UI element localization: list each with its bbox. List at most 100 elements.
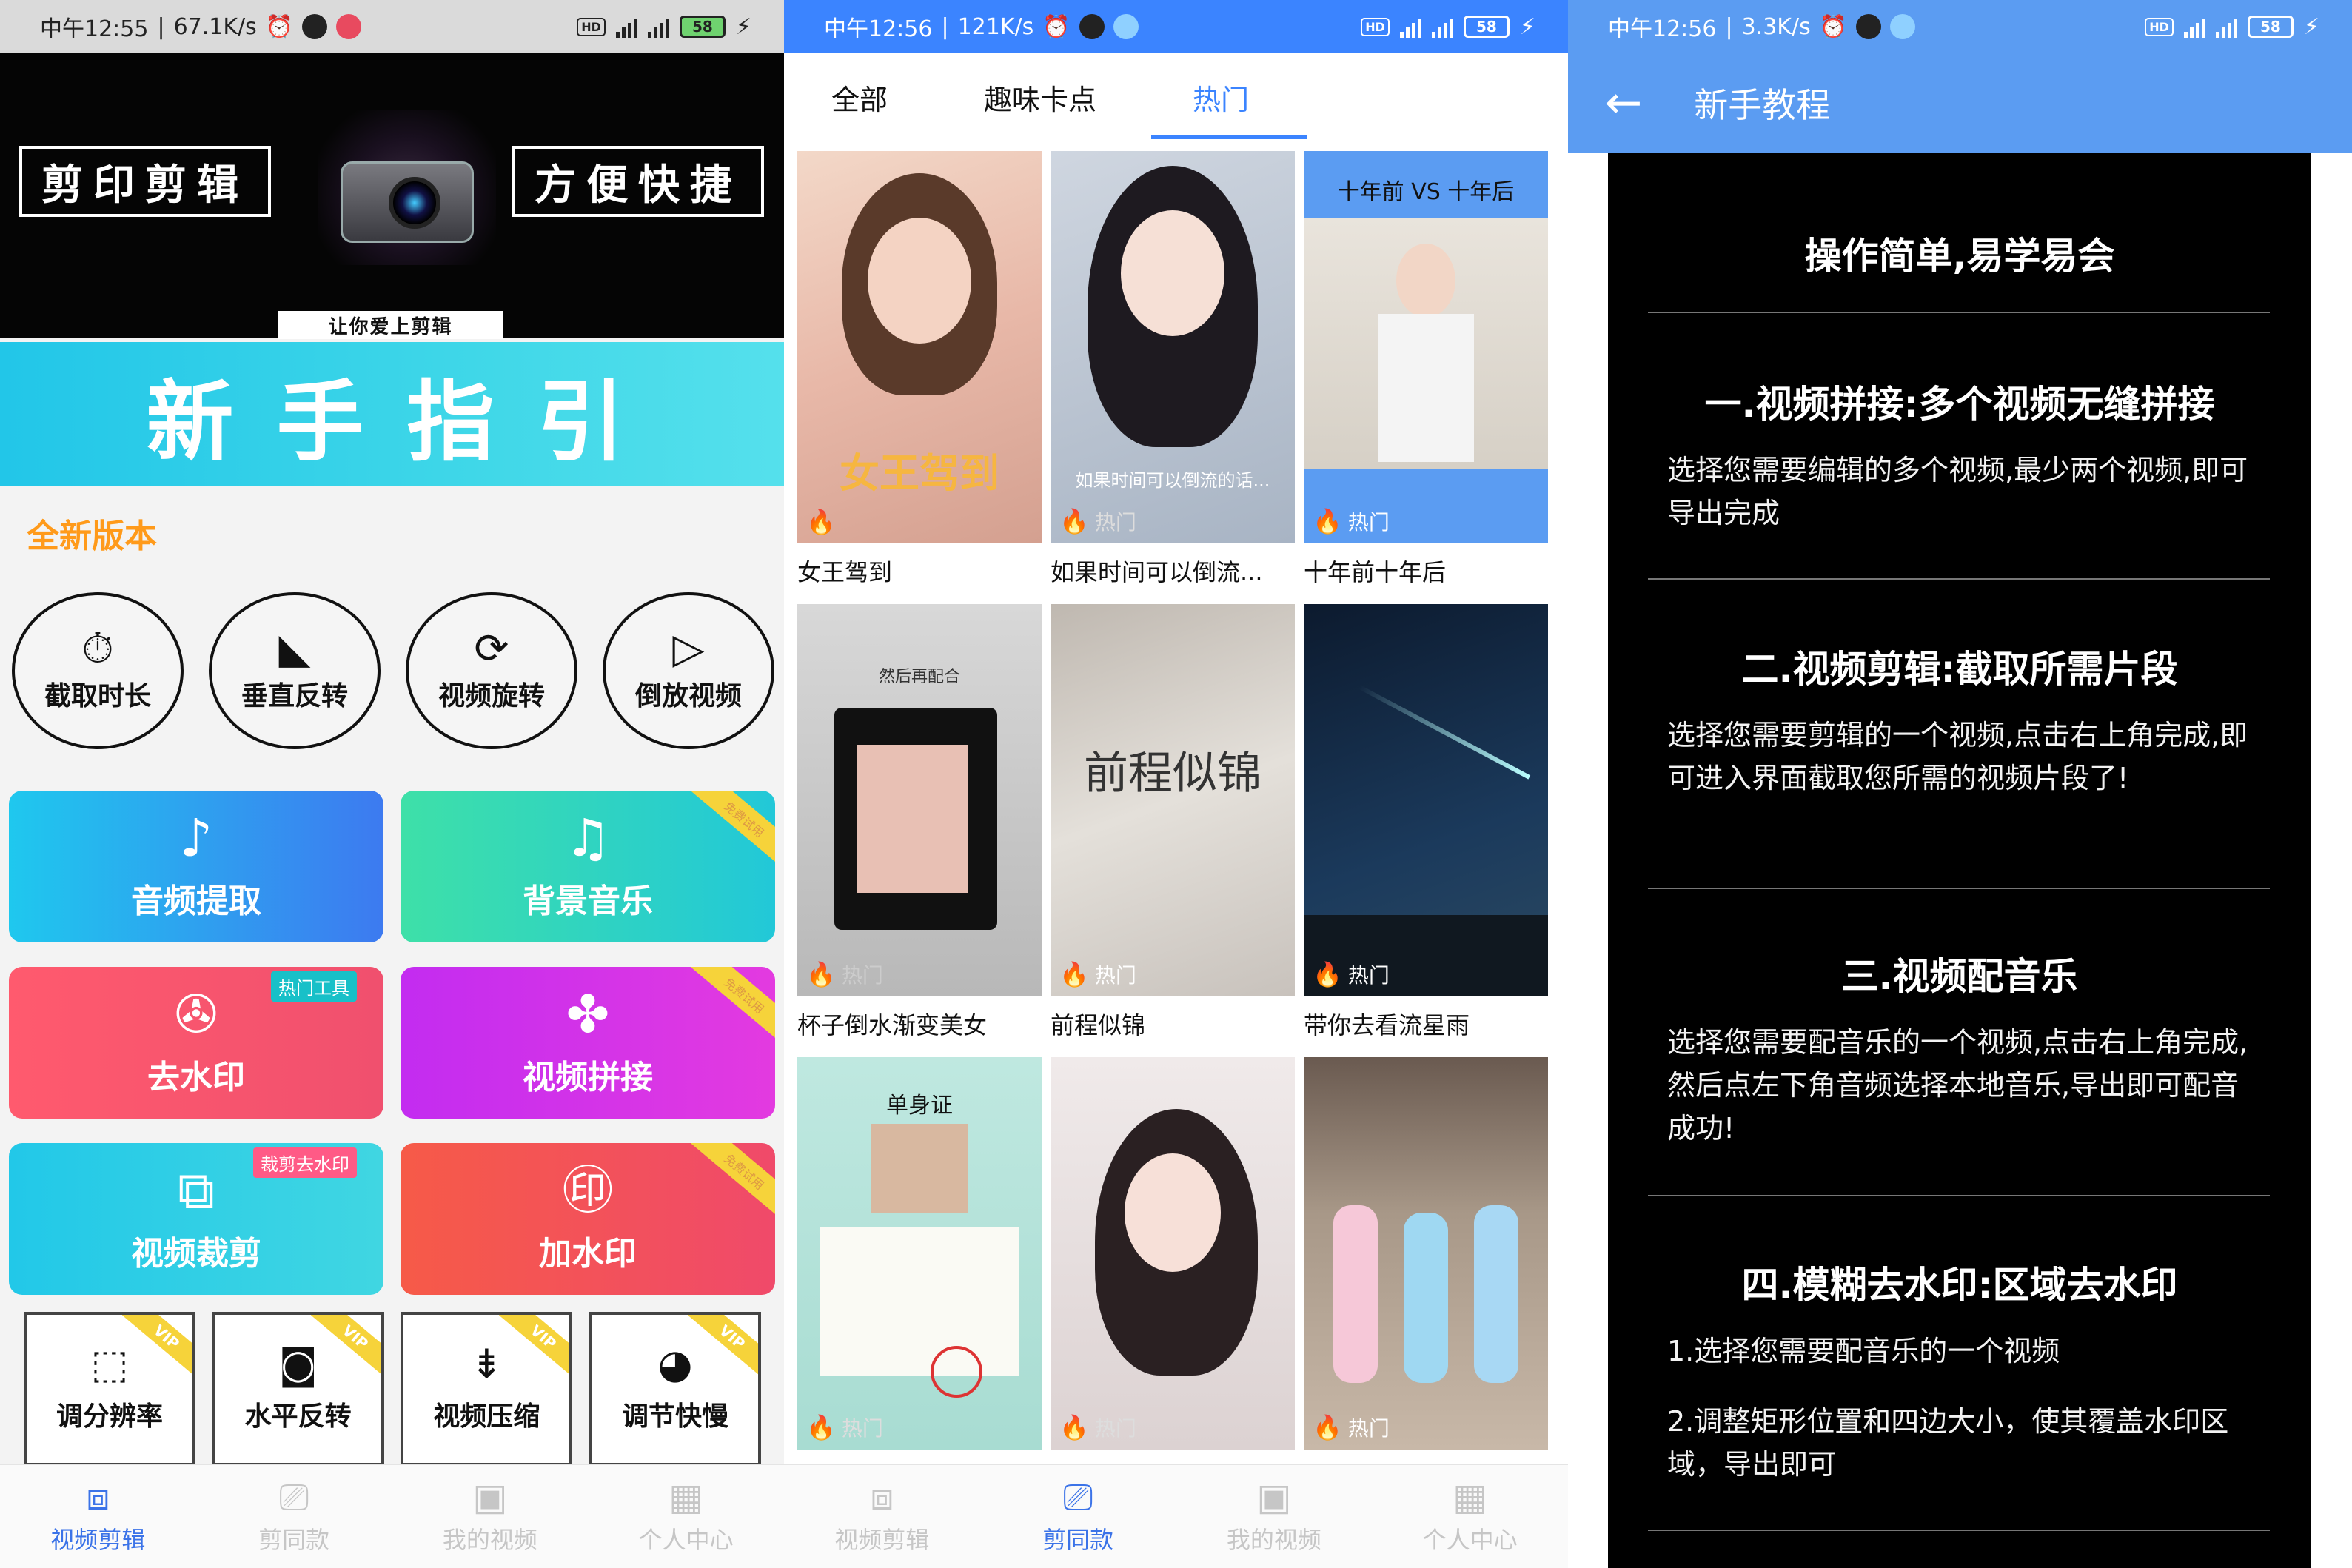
qq-icon xyxy=(302,14,328,39)
app-notification-icon xyxy=(336,14,362,39)
divider xyxy=(1648,578,2270,580)
tool-audio-extract[interactable]: ♪ 音频提取 xyxy=(9,791,383,942)
nav-my-videos[interactable]: ▣ 我的视频 xyxy=(392,1465,589,1568)
tool-bg-music[interactable]: 免费试用 ♫ 背景音乐 xyxy=(401,791,775,942)
crop-frame-icon: ⧈ xyxy=(870,1475,894,1518)
tool-trim-duration[interactable]: ⏱ 截取时长 xyxy=(12,592,184,749)
tool-video-merge[interactable]: 免费试用 ✤ 视频拼接 xyxy=(401,967,775,1119)
status-speed: 3.3K/s xyxy=(1741,13,1811,40)
section-title: 一.视频拼接:多个视频无缝拼接 xyxy=(1704,383,2215,426)
banner-text-left: 剪印剪辑 xyxy=(19,146,271,217)
nav-video-edit[interactable]: ⧈ 视频剪辑 xyxy=(0,1465,196,1568)
tab-beat-sync[interactable]: 趣味卡点 xyxy=(984,77,1096,118)
circle-tool-row: ⏱ 截取时长 ◣ 垂直反转 ⟳ 视频旋转 ▷ 倒放视频 xyxy=(12,592,774,749)
tv-play-icon: ⎚ xyxy=(1063,1475,1093,1518)
save-icon: ▣ xyxy=(472,1475,508,1518)
nav-templates[interactable]: ⎚ 剪同款 xyxy=(196,1465,392,1568)
hot-badge: 🔥 热门 xyxy=(1313,1413,1390,1441)
template-card[interactable]: 女王驾到 🔥 女王驾到 xyxy=(797,151,1042,588)
vip-tool-row: VIP ⬚ 调分辨率 VIP ◙ 水平反转 VIP ⇟ 视频压缩 VIP ◕ 调… xyxy=(24,1312,761,1466)
tool-add-watermark[interactable]: 免费试用 ㊞ 加水印 xyxy=(401,1143,775,1295)
back-arrow-icon[interactable]: ← xyxy=(1605,77,1642,129)
template-thumbnail: 前程似锦 🔥 热门 xyxy=(1051,604,1295,996)
tutorial-heading: 操作简单,易学易会 xyxy=(1804,235,2115,278)
template-card[interactable]: 单身证 🔥 热门 xyxy=(797,1057,1042,1450)
bottom-nav: ⧈ 视频剪辑 ⎚ 剪同款 ▣ 我的视频 ▦ 个人中心 xyxy=(784,1464,1568,1568)
battery-icon: 58 xyxy=(1463,16,1510,38)
alarm-icon: ⏰ xyxy=(1819,13,1848,40)
template-title: 前程似锦 xyxy=(1051,1011,1146,1039)
nav-video-edit[interactable]: ⧈ 视频剪辑 xyxy=(784,1465,980,1568)
tool-resolution[interactable]: VIP ⬚ 调分辨率 xyxy=(24,1312,195,1466)
template-card[interactable]: 🔥 热门 带你去看流星雨 xyxy=(1304,604,1548,1041)
panel-tutorial: 中午12:56 | 3.3K/s ⏰ HD 58 ⚡ ← 新手教程 操作简单,易… xyxy=(1568,0,2352,1568)
template-card[interactable]: 🔥 热门 xyxy=(1304,1057,1548,1450)
template-title: 如果时间可以倒流... xyxy=(1051,558,1263,586)
hot-tool-badge: 热门工具 xyxy=(271,971,357,1002)
tool-rotate[interactable]: ⟳ 视频旋转 xyxy=(406,592,577,749)
status-bar: 中午12:56 | 3.3K/s ⏰ HD 58 ⚡ xyxy=(1568,0,2352,53)
resolution-icon: ⬚ xyxy=(90,1341,129,1387)
vip-badge: VIP xyxy=(310,1315,381,1378)
divider xyxy=(1648,312,2270,313)
music-notes-icon: ♫ xyxy=(564,807,612,868)
template-thumbnail: 如果时间可以倒流的话... 🔥 热门 xyxy=(1051,151,1295,543)
nav-profile[interactable]: ▦ 个人中心 xyxy=(1372,1465,1568,1568)
hot-badge: 🔥 热门 xyxy=(1313,507,1390,535)
template-thumbnail: 🔥 热门 xyxy=(1304,1057,1548,1450)
nav-templates[interactable]: ⎚ 剪同款 xyxy=(980,1465,1176,1568)
alarm-icon: ⏰ xyxy=(1042,13,1071,40)
hot-badge: 🔥 热门 xyxy=(1059,1413,1136,1441)
panel-video-edit: 中午12:55 | 67.1K/s ⏰ HD 58 ⚡ 剪印剪辑 方便快捷 让你… xyxy=(0,0,784,1568)
template-card[interactable]: 🔥 热门 xyxy=(1051,1057,1295,1450)
divider xyxy=(1648,1195,2270,1196)
fire-icon: 🔥 xyxy=(1059,960,1089,988)
tool-compress[interactable]: VIP ⇟ 视频压缩 xyxy=(401,1312,573,1466)
fire-icon: 🔥 xyxy=(1313,507,1342,535)
template-card[interactable]: 十年前 VS 十年后 🔥 热门 十年前十年后 xyxy=(1304,151,1548,588)
free-trial-ribbon: 免费试用 xyxy=(688,1143,775,1222)
qq-icon xyxy=(1079,14,1105,39)
speed-gauge-icon: ◕ xyxy=(657,1341,693,1387)
tool-horizontal-flip[interactable]: VIP ◙ 水平反转 xyxy=(212,1312,384,1466)
save-icon: ▣ xyxy=(1256,1475,1292,1518)
bottom-nav: ⧈ 视频剪辑 ⎚ 剪同款 ▣ 我的视频 ▦ 个人中心 xyxy=(0,1464,784,1568)
signal-icon xyxy=(1399,16,1421,38)
banner-subtitle: 让你爱上剪辑 xyxy=(278,311,503,339)
qq-icon xyxy=(1856,14,1882,39)
template-card[interactable]: 如果时间可以倒流的话... 🔥 热门 如果时间可以倒流... xyxy=(1051,151,1295,588)
tab-all[interactable]: 全部 xyxy=(831,77,888,118)
vip-badge: VIP xyxy=(121,1315,192,1378)
camera-image xyxy=(318,110,496,265)
nav-profile[interactable]: ▦ 个人中心 xyxy=(588,1465,784,1568)
tool-speed[interactable]: VIP ◕ 调节快慢 xyxy=(589,1312,761,1466)
tab-hot[interactable]: 热门 xyxy=(1193,77,1249,118)
guide-banner[interactable]: 新手指引 xyxy=(0,342,784,486)
template-card[interactable]: 前程似锦 🔥 热门 前程似锦 xyxy=(1051,604,1295,1041)
stopwatch-icon: ⏱ xyxy=(81,625,114,673)
section-body: 1.选择您需要配音乐的一个视频 xyxy=(1667,1335,2060,1367)
charging-icon: ⚡ xyxy=(2303,13,2319,40)
page-title: 新手教程 xyxy=(1694,85,1831,125)
app-bar: ← 新手教程 xyxy=(1568,53,2352,153)
tool-reverse[interactable]: ▷ 倒放视频 xyxy=(603,592,774,749)
template-title: 女王驾到 xyxy=(797,558,893,586)
tool-video-crop[interactable]: 裁剪去水印 ⧉ 视频裁剪 xyxy=(9,1143,383,1295)
status-bar: 中午12:56 | 121K/s ⏰ HD 58 ⚡ xyxy=(784,0,1568,53)
vip-badge: VIP xyxy=(687,1315,758,1378)
template-thumbnail: 十年前 VS 十年后 🔥 热门 xyxy=(1304,151,1548,543)
charging-icon: ⚡ xyxy=(735,13,751,40)
fire-icon: 🔥 xyxy=(1059,1413,1089,1441)
nav-my-videos[interactable]: ▣ 我的视频 xyxy=(1176,1465,1373,1568)
free-trial-ribbon: 免费试用 xyxy=(688,791,775,870)
tool-vertical-flip[interactable]: ◣ 垂直反转 xyxy=(209,592,381,749)
template-thumbnail: 女王驾到 🔥 xyxy=(797,151,1042,543)
status-time: 中午12:56 xyxy=(824,16,933,42)
promo-banner[interactable]: 剪印剪辑 方便快捷 让你爱上剪辑 xyxy=(0,53,784,373)
status-time: 中午12:55 xyxy=(40,16,149,42)
template-card[interactable]: 然后再配合 🔥 热门 杯子倒水渐变美女 xyxy=(797,604,1042,1041)
hot-badge: 🔥 xyxy=(806,508,836,536)
tool-remove-watermark[interactable]: 热门工具 ✇ 去水印 xyxy=(9,967,383,1119)
clover-icon: ✤ xyxy=(566,983,610,1045)
hot-badge: 🔥 热门 xyxy=(1059,960,1136,988)
